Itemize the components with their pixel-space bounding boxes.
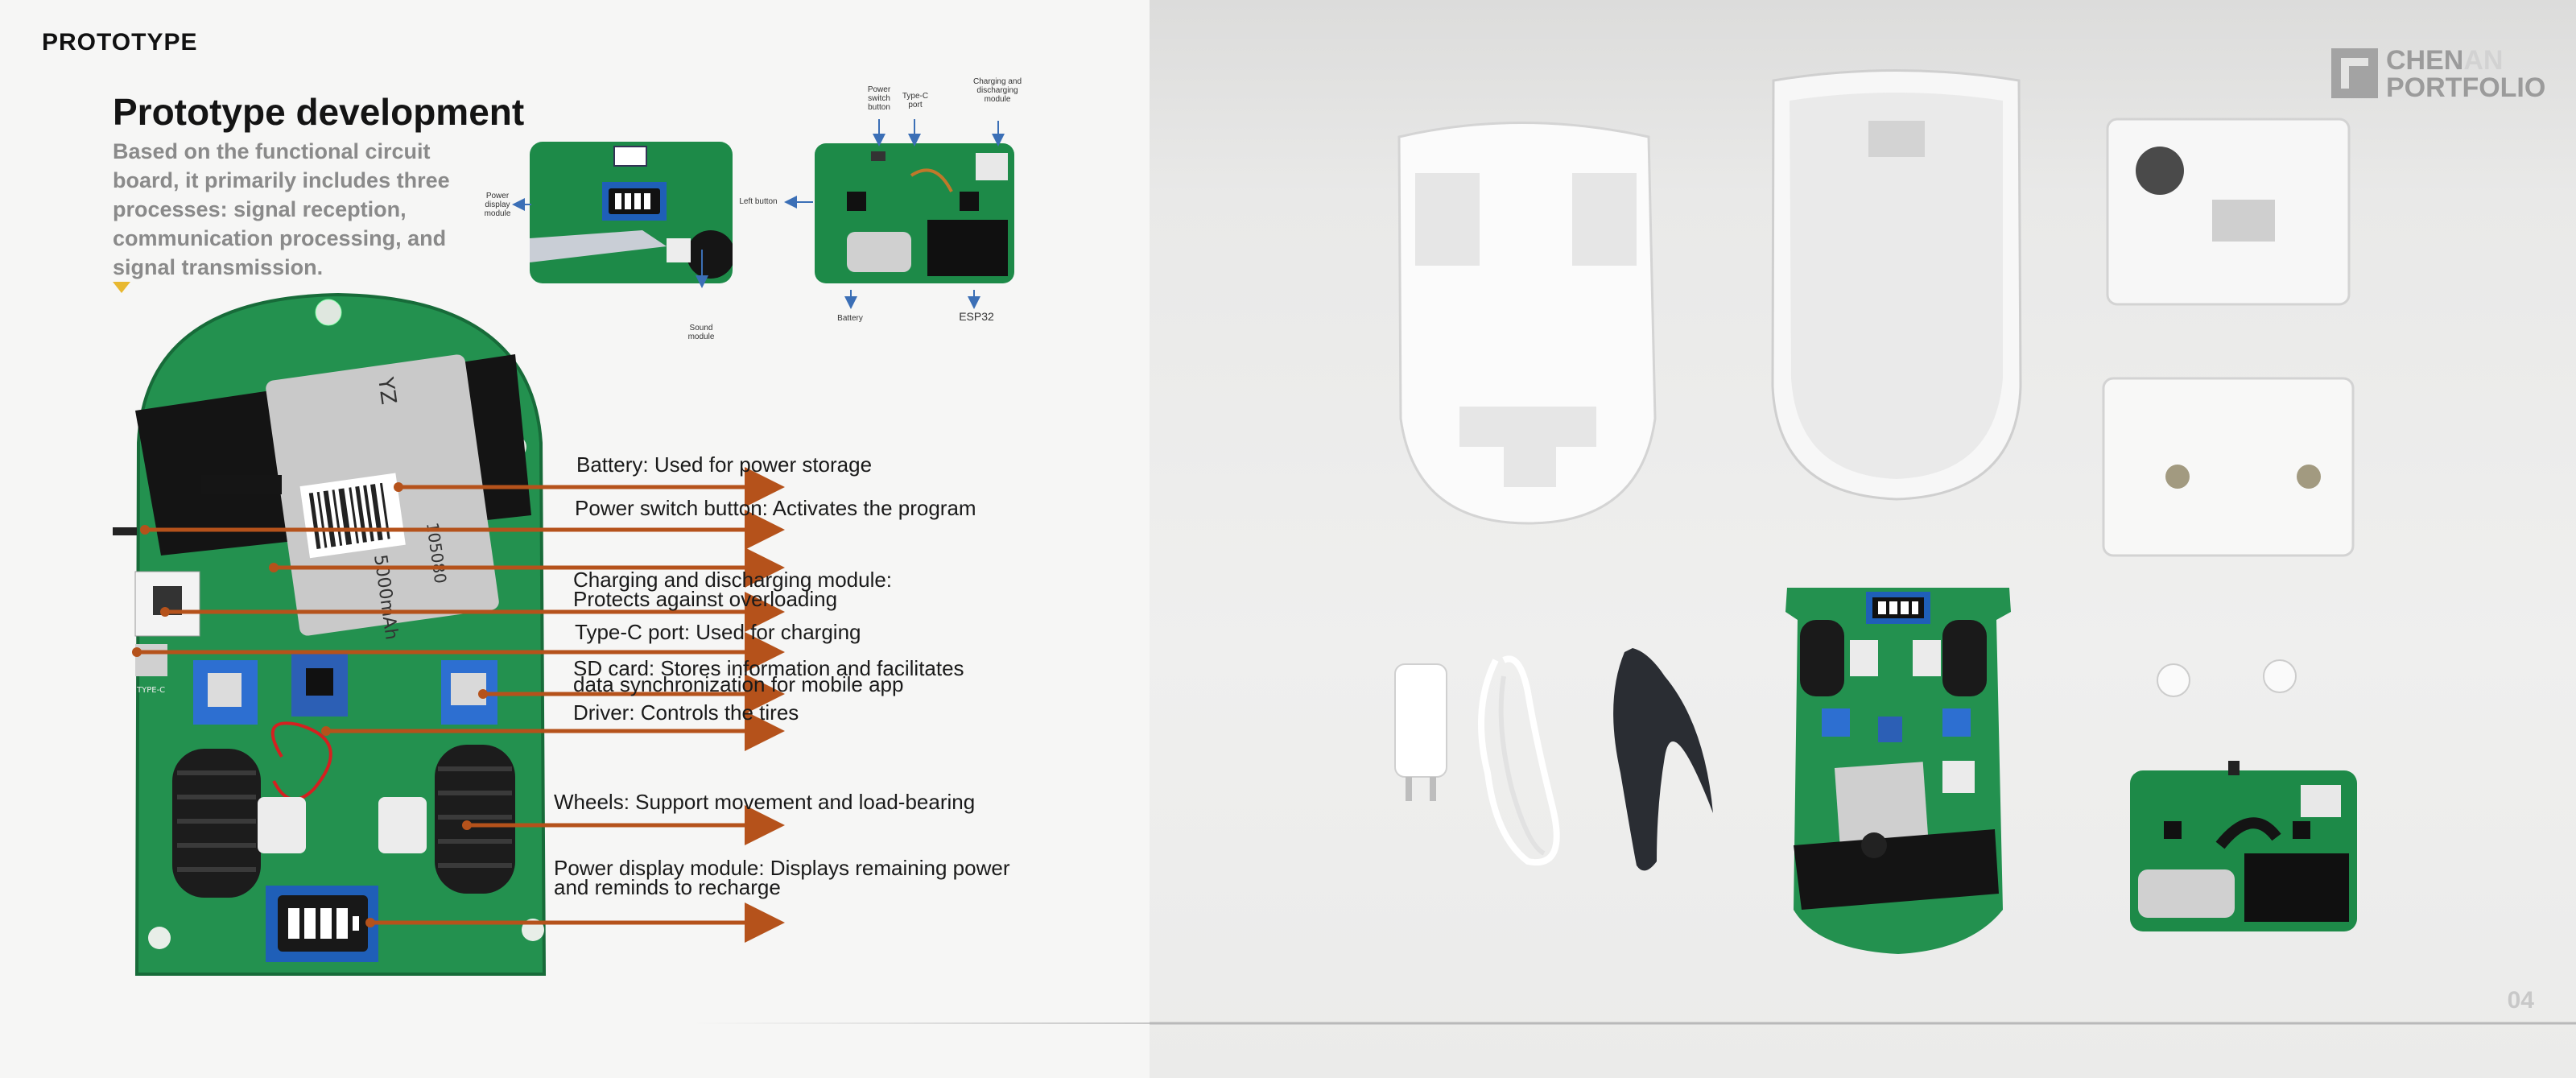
bottom-shell-plate xyxy=(1397,122,1657,525)
label-power-switch: Power switch button xyxy=(867,85,891,112)
enclosure-base xyxy=(2102,377,2355,557)
callout-sd-line2: data synchronization for mobile app xyxy=(573,672,904,696)
callout-type-c: Type-C port: Used for charging xyxy=(575,620,861,644)
callout-charging-line2: Protects against overloading xyxy=(573,587,838,611)
components-flatlay-photo xyxy=(1150,69,2576,1025)
label-battery: Battery xyxy=(837,314,863,323)
usb-cable xyxy=(1478,655,1560,866)
footer-divider xyxy=(692,1022,1150,1024)
callout-wheels: Wheels: Support movement and load-bearin… xyxy=(554,790,976,814)
label-type-c: Type-C port xyxy=(902,92,929,109)
callout-driver: Driver: Controls the tires xyxy=(573,700,799,725)
callout-power-display-line2: and reminds to recharge xyxy=(554,875,781,899)
enclosure-lid xyxy=(2106,118,2351,306)
left-page: PROTOTYPE Prototype development Based on… xyxy=(0,0,1150,1078)
button-cap-left xyxy=(2157,663,2190,697)
label-esp32: ESP32 xyxy=(959,310,994,323)
page-number: 04 xyxy=(2507,987,2534,1014)
callout-power-switch: Power switch button: Activates the progr… xyxy=(575,496,976,520)
button-cap-right xyxy=(2263,659,2297,693)
callout-battery: Battery: Used for power storage xyxy=(576,452,873,477)
label-power-display: Power display module xyxy=(484,192,511,218)
black-strap xyxy=(1613,648,1713,871)
label-charging-module: Charging and discharging module xyxy=(972,77,1022,104)
small-controller-board xyxy=(2130,761,2357,931)
assembled-board xyxy=(1785,588,2011,954)
usb-charger xyxy=(1394,663,1447,801)
right-page: CHENAN PORTFOLIO 04 xyxy=(1150,0,2576,1078)
label-left-button: Left button xyxy=(739,197,778,206)
label-sound-module: Sound module xyxy=(687,324,715,341)
top-shell-tray xyxy=(1771,69,2022,501)
